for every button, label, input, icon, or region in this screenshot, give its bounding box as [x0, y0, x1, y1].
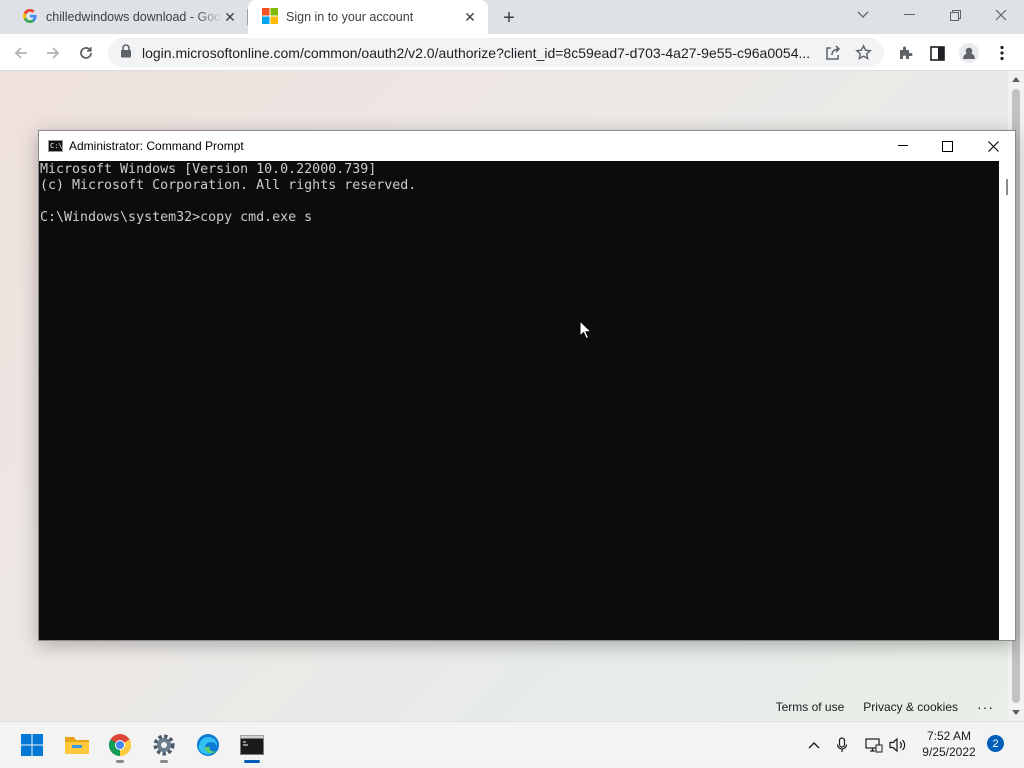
settings-icon	[153, 734, 175, 756]
menu-icon	[1000, 45, 1004, 61]
profile-button[interactable]	[956, 40, 982, 66]
taskbar-file-explorer[interactable]	[60, 728, 94, 762]
side-panel-icon	[929, 45, 945, 61]
reload-button[interactable]	[73, 40, 99, 66]
more-options-icon[interactable]: ···	[977, 699, 994, 715]
extensions-button[interactable]	[893, 40, 919, 66]
console-line: (c) Microsoft Corporation. All rights re…	[40, 178, 417, 193]
side-panel-button[interactable]	[924, 40, 950, 66]
system-clock[interactable]: 7:52 AM 9/25/2022	[918, 728, 980, 760]
microphone-icon	[836, 737, 848, 752]
scroll-up-icon[interactable]	[1012, 77, 1020, 82]
clock-date: 9/25/2022	[922, 745, 976, 759]
chrome-icon	[109, 734, 131, 756]
forward-button[interactable]	[40, 40, 66, 66]
close-tab-icon[interactable]: ✕	[222, 9, 238, 25]
privacy-cookies-link[interactable]: Privacy & cookies	[863, 700, 958, 714]
console-prompt-line[interactable]: C:\Windows\system32>copy cmd.exe s	[40, 210, 999, 226]
command-prompt-window[interactable]: C:\_ Administrator: Command Prompt Micro…	[38, 130, 1016, 641]
notification-badge[interactable]: 2	[987, 735, 1004, 752]
console-line	[40, 194, 999, 210]
start-button[interactable]	[15, 728, 49, 762]
terms-of-use-link[interactable]: Terms of use	[776, 700, 845, 714]
cmd-maximize-button[interactable]	[924, 131, 970, 161]
running-indicator	[160, 760, 168, 763]
lock-icon[interactable]	[120, 44, 132, 61]
new-tab-button[interactable]: +	[498, 7, 520, 29]
clock-time: 7:52 AM	[926, 729, 972, 743]
active-indicator	[244, 760, 260, 763]
chevron-up-icon	[808, 742, 820, 749]
console-line: Microsoft Windows [Version 10.0.22000.73…	[40, 162, 377, 177]
cmd-close-button[interactable]	[970, 131, 1016, 161]
browser-toolbar: login.microsoftonline.com/common/oauth2/…	[0, 34, 1024, 71]
edge-icon	[197, 734, 219, 756]
profile-icon	[959, 43, 979, 63]
close-icon	[995, 9, 1007, 21]
back-button[interactable]	[8, 40, 34, 66]
close-tab-icon[interactable]: ✕	[462, 9, 478, 25]
tab-title: Sign in to your account	[286, 10, 414, 24]
back-icon	[14, 47, 27, 59]
chevron-down-icon	[857, 11, 869, 18]
scroll-down-icon[interactable]	[1012, 710, 1020, 715]
tab-google-search[interactable]: chilledwindows download - Goog ✕	[8, 0, 248, 34]
cmd-app-icon[interactable]: C:\_	[48, 140, 67, 152]
mouse-cursor-icon	[579, 320, 592, 340]
browser-close-button[interactable]	[978, 0, 1024, 30]
network-button[interactable]	[863, 734, 885, 756]
maximize-icon	[941, 140, 953, 152]
tab-title: chilledwindows download - Goog	[46, 10, 222, 24]
page-footer: Terms of use Privacy & cookies ···	[757, 699, 994, 715]
close-icon	[987, 140, 999, 152]
tab-search-button[interactable]	[840, 0, 886, 30]
terminal-icon	[240, 735, 264, 755]
taskbar-command-prompt[interactable]	[235, 728, 269, 763]
chrome-menu-button[interactable]	[989, 40, 1015, 66]
restore-icon	[949, 9, 961, 21]
microphone-button[interactable]	[832, 734, 852, 756]
file-explorer-icon	[65, 737, 89, 754]
scrollbar-thumb[interactable]	[1006, 179, 1008, 195]
google-favicon	[22, 8, 38, 27]
address-bar[interactable]: login.microsoftonline.com/common/oauth2/…	[108, 38, 884, 67]
show-hidden-icons-button[interactable]	[804, 734, 824, 756]
volume-icon	[889, 737, 906, 753]
start-icon	[21, 734, 43, 756]
plus-icon: +	[503, 6, 515, 29]
taskbar: 7:52 AM 9/25/2022 2	[0, 721, 1024, 768]
browser-restore-button[interactable]	[932, 0, 978, 30]
running-indicator	[116, 760, 124, 763]
microsoft-favicon	[262, 7, 278, 27]
volume-button[interactable]	[887, 734, 909, 756]
taskbar-settings[interactable]	[147, 728, 181, 763]
extensions-icon	[900, 46, 913, 59]
browser-tab-strip: chilledwindows download - Goog ✕ Sign in…	[0, 0, 1024, 34]
network-icon	[865, 738, 883, 753]
reload-icon	[80, 47, 92, 59]
url-text[interactable]: login.microsoftonline.com/common/oauth2/…	[142, 45, 814, 61]
tab-microsoft-signin[interactable]: Sign in to your account ✕	[248, 0, 488, 34]
share-icon[interactable]	[822, 42, 844, 64]
cmd-scrollbar[interactable]	[999, 161, 1015, 640]
cmd-title-bar[interactable]: C:\_ Administrator: Command Prompt	[39, 131, 1015, 161]
forward-icon	[47, 47, 60, 59]
taskbar-chrome[interactable]	[103, 728, 137, 763]
minimize-icon	[898, 145, 908, 146]
star-icon[interactable]	[852, 42, 874, 64]
window-title: Administrator: Command Prompt	[69, 139, 244, 153]
cmd-minimize-button[interactable]	[880, 131, 926, 161]
minimize-icon	[903, 14, 915, 15]
browser-minimize-button[interactable]	[886, 0, 932, 30]
taskbar-edge[interactable]	[191, 728, 225, 762]
console-output[interactable]: Microsoft Windows [Version 10.0.22000.73…	[39, 161, 999, 640]
